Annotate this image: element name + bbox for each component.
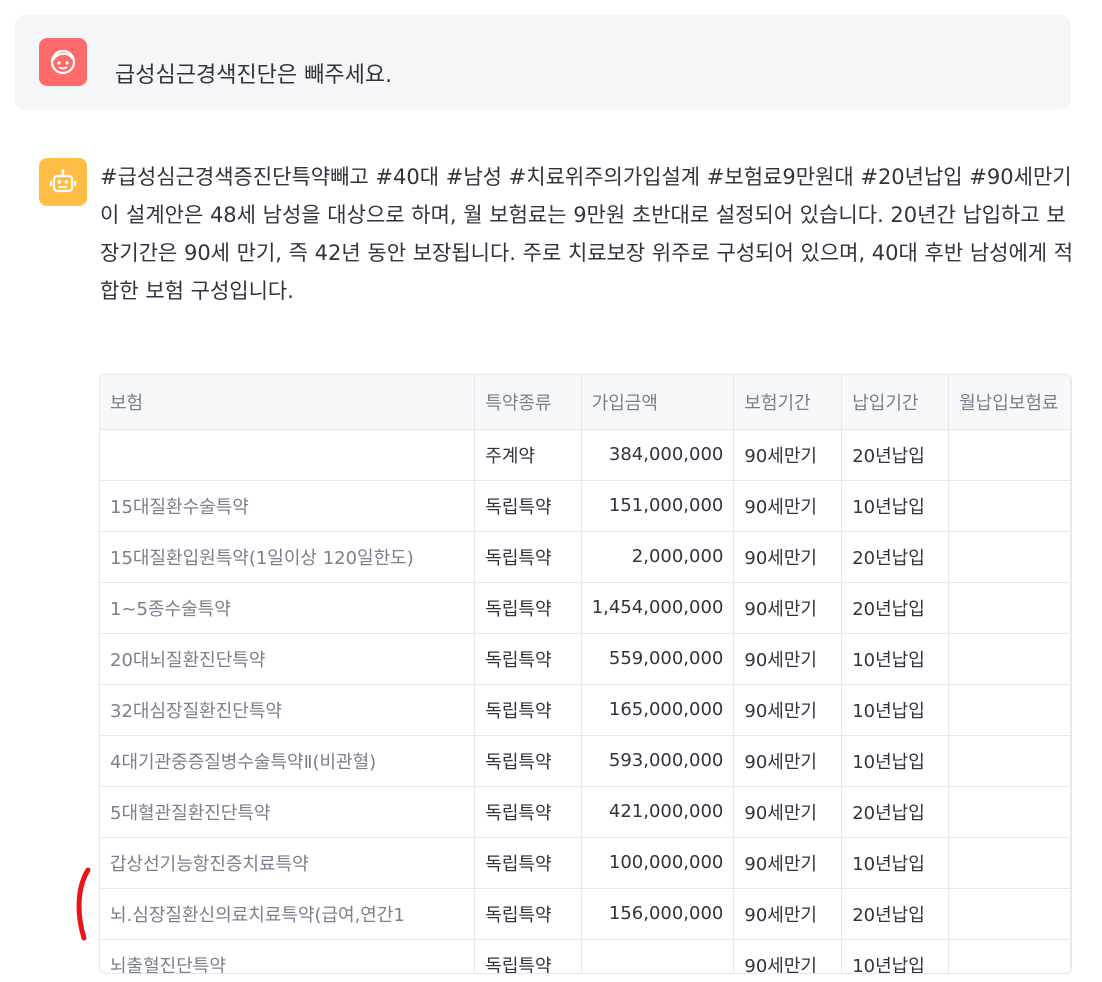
- cell-monthly-premium: [948, 837, 1071, 889]
- table-row[interactable]: 4대기관중증질병수술특약Ⅱ(비관혈) 독립특약 593,000,000 90세만기 10…: [100, 735, 1071, 787]
- user-message: 급성심근경색진단은 빼주세요.: [15, 15, 1071, 110]
- table-row[interactable]: 1~5종수술특약 독립특약 1,454,000,000 90세만기 20년납입: [100, 582, 1071, 634]
- table-header-row: 보험 특약종류 가입금액 보험기간 납입기간 월납입보험료: [100, 375, 1071, 430]
- cell-rider-type: 독립특약: [474, 837, 582, 889]
- cell-amount: 559,000,000: [581, 633, 735, 685]
- cell-coverage-period: 90세만기: [733, 888, 843, 940]
- insurance-table[interactable]: 보험 특약종류 가입금액 보험기간 납입기간 월납입보험료 주계약 384,000…: [99, 374, 1072, 974]
- cell-monthly-premium: [948, 531, 1071, 583]
- cell-monthly-premium: [948, 939, 1071, 973]
- cell-payment-period: 10년납입: [841, 837, 950, 889]
- cell-coverage-period: 90세만기: [733, 939, 843, 973]
- face-icon: [50, 49, 76, 75]
- cell-rider-type: 독립특약: [474, 480, 582, 532]
- assistant-hashtags: #급성심근경색증진단특약빼고 #40대 #남성 #치료위주의가입설계 #보험료9…: [100, 165, 1072, 189]
- cell-insurance-name: 32대심장질환진단특약: [100, 684, 476, 736]
- cell-coverage-period: 90세만기: [733, 786, 843, 838]
- cell-monthly-premium: [948, 786, 1071, 838]
- user-avatar: [39, 38, 87, 86]
- cell-monthly-premium: [948, 480, 1071, 532]
- cell-insurance-name: [100, 429, 476, 481]
- cell-rider-type: 독립특약: [474, 531, 582, 583]
- cell-payment-period: 20년납입: [841, 582, 950, 634]
- cell-coverage-period: 90세만기: [733, 429, 843, 481]
- column-header-coverage-period[interactable]: 보험기간: [733, 375, 843, 430]
- cell-amount: 421,000,000: [581, 786, 735, 838]
- cell-amount: 165,000,000: [581, 684, 735, 736]
- cell-coverage-period: 90세만기: [733, 735, 843, 787]
- table-row[interactable]: 15대질환수술특약 독립특약 151,000,000 90세만기 10년납입: [100, 480, 1071, 532]
- cell-payment-period: 20년납입: [841, 786, 950, 838]
- cell-coverage-period: 90세만기: [733, 837, 843, 889]
- cell-coverage-period: 90세만기: [733, 531, 843, 583]
- cell-rider-type: 독립특약: [474, 786, 582, 838]
- column-header-amount[interactable]: 가입금액: [581, 375, 735, 430]
- cell-insurance-name: 15대질환입원특약(1일이상 120일한도): [100, 531, 476, 583]
- column-header-rider-type[interactable]: 특약종류: [474, 375, 582, 430]
- column-header-payment-period[interactable]: 납입기간: [841, 375, 950, 430]
- cell-payment-period: 10년납입: [841, 684, 950, 736]
- user-message-text: 급성심근경색진단은 빼주세요.: [115, 63, 393, 88]
- cell-monthly-premium: [948, 429, 1071, 481]
- cell-coverage-period: 90세만기: [733, 480, 843, 532]
- cell-insurance-name: 뇌.심장질환신의료치료특약(급여,연간1: [100, 888, 476, 940]
- cell-payment-period: 10년납입: [841, 735, 950, 787]
- cell-insurance-name: 5대혈관질환진단특약: [100, 786, 476, 838]
- cell-monthly-premium: [948, 684, 1071, 736]
- table-row[interactable]: 주계약 384,000,000 90세만기 20년납입: [100, 429, 1071, 481]
- assistant-summary: 이 설계안은 48세 남성을 대상으로 하며, 월 보험료는 9만원 초반대로 …: [100, 203, 1074, 303]
- cell-monthly-premium: [948, 888, 1071, 940]
- cell-rider-type: 독립특약: [474, 888, 582, 940]
- table-row[interactable]: 뇌출혈진단특약 독립특약 90세만기 10년납입: [100, 939, 1071, 973]
- cell-insurance-name: 갑상선기능항진증치료특약: [100, 837, 476, 889]
- cell-rider-type: 독립특약: [474, 735, 582, 787]
- cell-amount: 1,454,000,000: [581, 582, 735, 634]
- cell-amount: 100,000,000: [581, 837, 735, 889]
- cell-coverage-period: 90세만기: [733, 684, 843, 736]
- cell-amount: 593,000,000: [581, 735, 735, 787]
- column-header-insurance[interactable]: 보험: [100, 375, 476, 430]
- cell-payment-period: 10년납입: [841, 939, 950, 973]
- bot-avatar: [39, 158, 87, 206]
- table-row[interactable]: 5대혈관질환진단특약 독립특약 421,000,000 90세만기 20년납입: [100, 786, 1071, 838]
- cell-monthly-premium: [948, 633, 1071, 685]
- cell-payment-period: 10년납입: [841, 633, 950, 685]
- cell-rider-type: 독립특약: [474, 582, 582, 634]
- assistant-message: #급성심근경색증진단특약빼고 #40대 #남성 #치료위주의가입설계 #보험료9…: [100, 158, 1075, 310]
- table-row[interactable]: 20대뇌질환진단특약 독립특약 559,000,000 90세만기 10년납입: [100, 633, 1071, 685]
- cell-amount: 2,000,000: [581, 531, 735, 583]
- cell-payment-period: 20년납입: [841, 429, 950, 481]
- column-header-monthly-premium[interactable]: 월납입보험료: [948, 375, 1071, 430]
- robot-icon: [49, 169, 77, 193]
- cell-amount: [581, 939, 735, 973]
- cell-payment-period: 20년납입: [841, 531, 950, 583]
- cell-coverage-period: 90세만기: [733, 582, 843, 634]
- cell-insurance-name: 20대뇌질환진단특약: [100, 633, 476, 685]
- table-row[interactable]: 뇌.심장질환신의료치료특약(급여,연간1 독립특약 156,000,000 90세만기…: [100, 888, 1071, 940]
- cell-coverage-period: 90세만기: [733, 633, 843, 685]
- cell-amount: 384,000,000: [581, 429, 735, 481]
- cell-rider-type: 독립특약: [474, 939, 582, 973]
- table-row[interactable]: 15대질환입원특약(1일이상 120일한도) 독립특약 2,000,000 90세만기…: [100, 531, 1071, 583]
- cell-insurance-name: 4대기관중증질병수술특약Ⅱ(비관혈): [100, 735, 476, 787]
- cell-payment-period: 10년납입: [841, 480, 950, 532]
- cell-rider-type: 독립특약: [474, 633, 582, 685]
- cell-insurance-name: 15대질환수술특약: [100, 480, 476, 532]
- cell-amount: 151,000,000: [581, 480, 735, 532]
- table-row[interactable]: 갑상선기능항진증치료특약 독립특약 100,000,000 90세만기 10년납입: [100, 837, 1071, 889]
- cell-amount: 156,000,000: [581, 888, 735, 940]
- cell-rider-type: 주계약: [474, 429, 582, 481]
- cell-insurance-name: 뇌출혈진단특약: [100, 939, 476, 973]
- cell-monthly-premium: [948, 582, 1071, 634]
- table-row[interactable]: 32대심장질환진단특약 독립특약 165,000,000 90세만기 10년납입: [100, 684, 1071, 736]
- cell-insurance-name: 1~5종수술특약: [100, 582, 476, 634]
- cell-monthly-premium: [948, 735, 1071, 787]
- cell-rider-type: 독립특약: [474, 684, 582, 736]
- red-annotation-mark: [76, 867, 91, 941]
- cell-payment-period: 20년납입: [841, 888, 950, 940]
